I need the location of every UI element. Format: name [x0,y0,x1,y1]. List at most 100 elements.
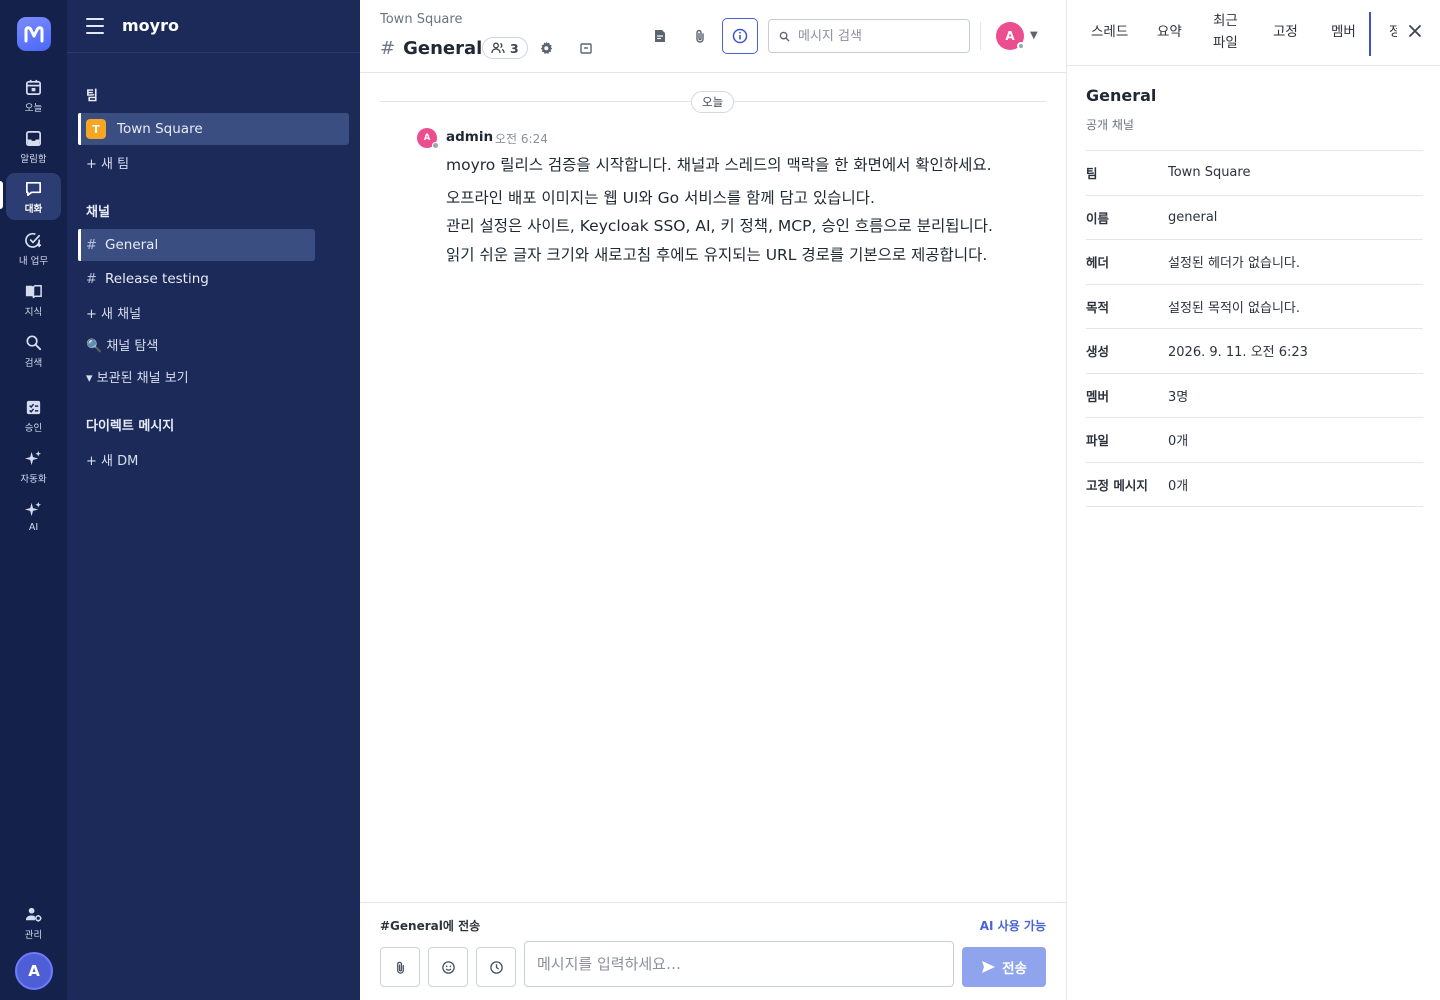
approval-icon [26,400,41,415]
message-search[interactable] [768,19,970,53]
archive-channel-button[interactable] [572,34,600,62]
channel-name: General [105,237,159,253]
team-chip: T [86,119,106,139]
header-user-avatar[interactable]: A [996,22,1025,50]
rail-label: 관리 [24,930,43,941]
rail-item-my-tasks[interactable]: 내 업무 [6,225,61,272]
info-row-created: 생성 2026. 9. 11. 오전 6:23 [1086,328,1423,373]
info-value: 3명 [1168,389,1189,405]
sidebar-item-channel-general[interactable]: # General [78,229,315,261]
new-dm-link[interactable]: + 새 DM [86,450,138,469]
channel-name: Release testing [105,271,209,287]
rail-item-knowledge[interactable]: 지식 [6,276,61,323]
hash-icon: # [86,271,97,287]
rail-label: 검색 [24,358,43,369]
rail-label: 자동화 [20,474,47,485]
team-name: Town Square [117,121,203,137]
chat-icon [25,181,42,197]
search-icon [779,31,790,42]
channel-settings-button[interactable] [532,34,560,62]
rail-item-automation[interactable]: 자동화 [6,443,61,490]
sidebar-item-channel-release-testing[interactable]: # Release testing [78,263,315,295]
menu-icon[interactable] [86,18,104,34]
breadcrumb-team[interactable]: Town Square [380,12,462,27]
message-text-line: 관리 설정은 사이트, Keycloak SSO, AI, 키 정책, MCP,… [446,217,993,235]
schedule-button[interactable] [476,947,516,987]
rail-label: 승인 [24,423,43,434]
info-table-bottom-border [1086,506,1423,507]
tab-threads[interactable]: 스레드 [1091,21,1128,43]
search-input[interactable] [798,28,958,44]
panel-subtitle: 공개 채널 [1086,118,1134,132]
rail-item-ai[interactable]: AI [6,494,61,541]
member-count: 3 [510,40,519,56]
avatar-initial: A [423,133,431,143]
browse-channels-link[interactable]: 🔍 채널 탐색 [86,335,158,354]
rail-item-inbox[interactable]: 알림함 [6,123,61,170]
panel-tabs: 스레드 요약 최근 파일 고정 멤버 정 [1067,0,1440,66]
tab-info[interactable]: 정 [1389,21,1397,43]
send-button[interactable]: 전송 [962,947,1046,987]
channels-heading: 채널 [86,205,110,220]
message-author[interactable]: admin [446,129,493,145]
tab-pinned[interactable]: 고정 [1273,21,1298,43]
hash-icon: # [380,38,396,59]
info-key: 고정 메시지 [1086,477,1148,493]
user-avatar[interactable]: A [15,952,53,990]
rail-item-approval[interactable]: 승인 [6,392,61,439]
rail-item-today[interactable]: 오늘 [6,72,61,119]
ai-available-badge[interactable]: AI 사용 가능 [980,917,1046,934]
tab-summary[interactable]: 요약 [1157,21,1182,43]
channel-header: Town Square # General 3 A [360,0,1066,73]
note-file-icon [655,30,665,42]
admin-users-gear-icon [25,907,42,922]
panel-title: General [1086,86,1157,105]
archived-channels-toggle[interactable]: ▾ 보관된 채널 보기 [86,367,189,386]
info-key: 파일 [1086,433,1110,449]
info-value: 0개 [1168,434,1189,450]
message-timestamp: 오전 6:24 [495,132,548,146]
attach-file-button[interactable] [380,947,420,987]
attachments-button[interactable] [686,22,714,50]
sidebar-header: moyro [67,0,360,53]
rail-item-admin[interactable]: 관리 [6,899,61,946]
rail-item-search[interactable]: 검색 [6,327,61,374]
message-input[interactable] [524,941,954,987]
archive-box-icon [580,43,592,54]
clock-icon [489,960,503,974]
member-count-button[interactable]: 3 [482,37,528,59]
channel-info-button[interactable] [722,18,758,54]
info-value: 설정된 목적이 없습니다. [1168,300,1300,316]
sidebar-item-team-town-square[interactable]: T Town Square [78,113,349,145]
app-logo[interactable] [17,17,51,51]
info-value: Town Square [1168,165,1251,181]
message-text-line: 오프라인 배포 이미지는 웹 UI와 Go 서비스를 함께 담고 있습니다. [446,189,875,207]
members-icon [491,42,505,54]
smile-icon [441,960,455,974]
info-value: 설정된 헤더가 없습니다. [1168,256,1300,272]
channel-title: General [403,38,483,59]
info-key: 이름 [1086,210,1110,226]
info-key: 헤더 [1086,255,1110,271]
info-key: 목적 [1086,299,1110,315]
emoji-button[interactable] [428,947,468,987]
rail-item-chat[interactable]: 대화 [6,173,61,220]
notes-button[interactable] [646,22,674,50]
active-tab-indicator [1369,12,1371,56]
send-label: 전송 [1002,961,1027,977]
chevron-down-icon[interactable]: ▼ [1030,30,1038,41]
tab-recent-files[interactable]: 최근 파일 [1213,10,1238,54]
paperclip-icon [396,961,404,974]
rail-label: AI [28,522,39,533]
hash-icon: # [86,237,97,253]
tab-members[interactable]: 멤버 [1331,21,1356,43]
info-row-team: 팀 Town Square [1086,150,1423,195]
close-icon[interactable] [1404,20,1426,42]
presence-dot [1017,42,1025,50]
message-author-avatar[interactable]: A [417,128,439,149]
new-channel-link[interactable]: + 새 채널 [86,303,141,322]
ai-sparkle-icon [24,501,42,517]
new-team-link[interactable]: + 새 팀 [86,153,129,172]
info-row-pinned: 고정 메시지 0개 [1086,461,1423,507]
info-value: general [1168,209,1218,225]
